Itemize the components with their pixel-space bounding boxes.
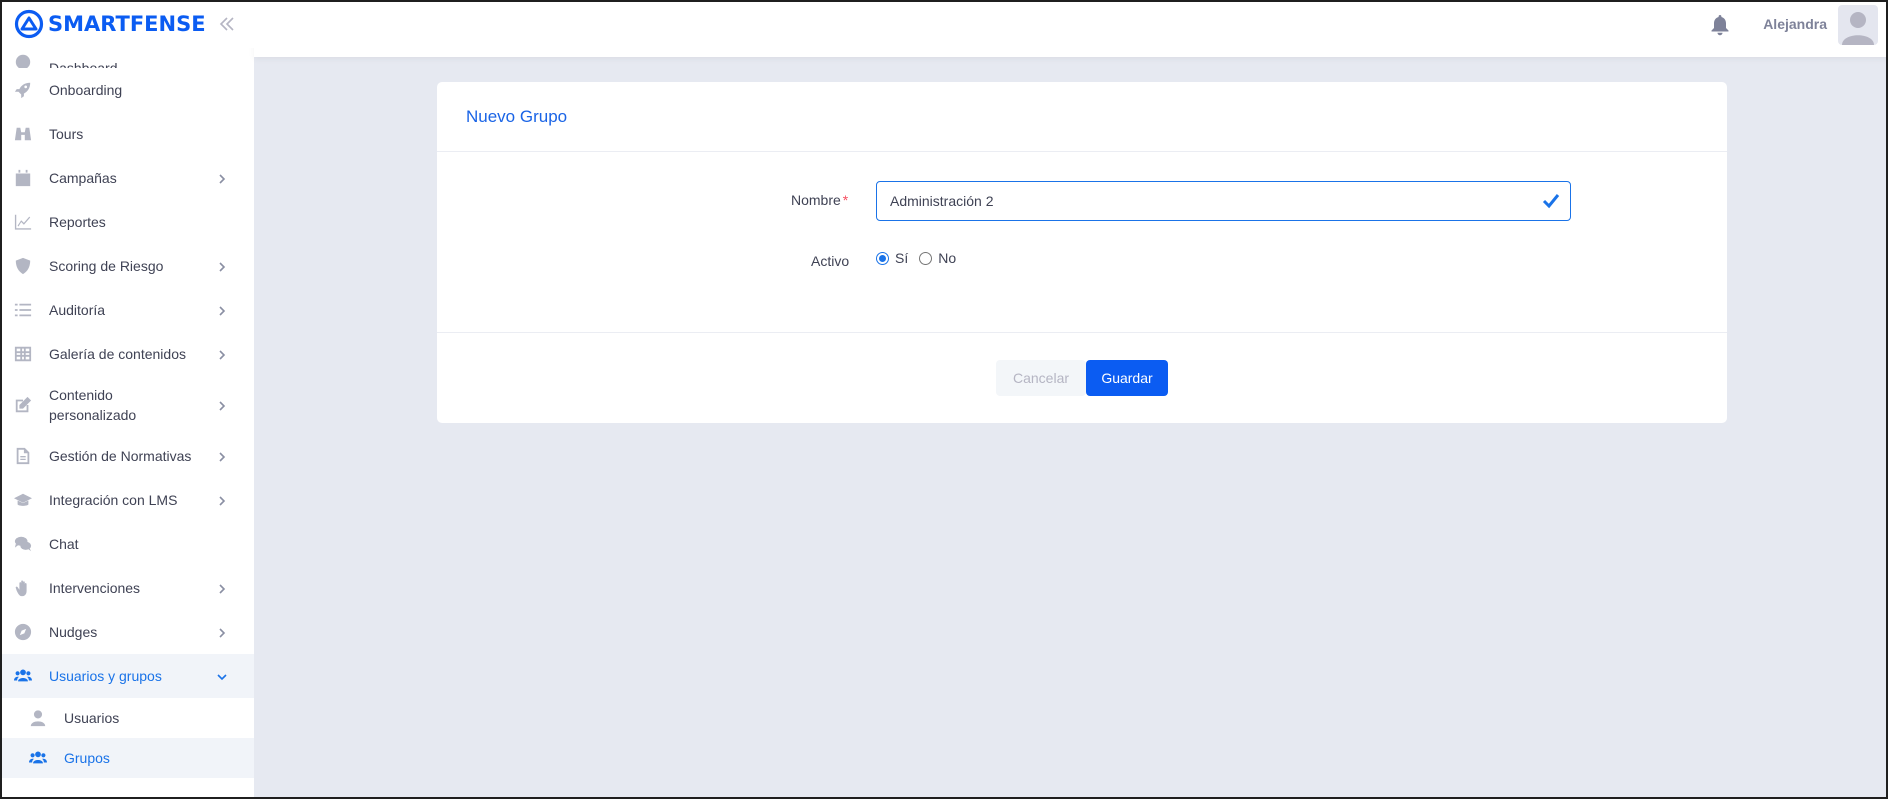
sidebar-item-galeria-de-contenidos[interactable]: Galería de contenidos bbox=[0, 332, 254, 376]
users-icon bbox=[28, 748, 48, 768]
smartfense-logo-icon bbox=[14, 9, 44, 39]
sidebar-subitem-grupos[interactable]: Grupos bbox=[0, 738, 254, 778]
sidebar-item-chat[interactable]: Chat bbox=[0, 522, 254, 566]
page-title: Nuevo Grupo bbox=[466, 106, 568, 126]
sidebar-item-integracion-con-lms[interactable]: Integración con LMS bbox=[0, 478, 254, 522]
sidebar-item-contenido-personalizado[interactable]: Contenido personalizado bbox=[0, 376, 254, 434]
user-name[interactable]: Alejandra bbox=[1763, 16, 1827, 32]
activo-radio-si[interactable] bbox=[876, 251, 889, 265]
chevron-right-icon bbox=[216, 450, 228, 462]
sidebar-item-gestion-de-normativas[interactable]: Gestión de Normativas bbox=[0, 434, 254, 478]
sidebar-item-scoring-de-riesgo[interactable]: Scoring de Riesgo bbox=[0, 244, 254, 288]
avatar[interactable] bbox=[1838, 5, 1878, 45]
chart-line-icon bbox=[13, 212, 33, 232]
check-icon bbox=[1542, 192, 1560, 210]
collapse-sidebar-icon[interactable] bbox=[218, 15, 236, 33]
sidebar-item-label: Campañas bbox=[49, 170, 117, 186]
card-body: Nombre* Activo Sí No bbox=[437, 152, 1727, 333]
dashboard-icon bbox=[13, 52, 33, 68]
sidebar-item-label: Nudges bbox=[49, 624, 98, 640]
activo-option-si[interactable]: Sí bbox=[876, 250, 908, 266]
card-footer: Cancelar Guardar bbox=[437, 333, 1727, 422]
activo-option-label: Sí bbox=[895, 250, 909, 266]
cancel-button[interactable]: Cancelar bbox=[996, 360, 1086, 396]
sidebar-item-label: Onboarding bbox=[49, 82, 123, 98]
sidebar-item-campanas[interactable]: Campañas bbox=[0, 156, 254, 200]
sidebar-item-label: Gestión de Normativas bbox=[49, 448, 192, 464]
edit-icon bbox=[13, 395, 33, 415]
chevron-right-icon bbox=[216, 260, 228, 272]
activo-option-no[interactable]: No bbox=[919, 250, 956, 266]
chevron-right-icon bbox=[216, 399, 228, 411]
topbar: Alejandra bbox=[254, 0, 1888, 57]
sidebar-item-intervenciones[interactable]: Intervenciones bbox=[0, 566, 254, 610]
sidebar-item-label: Chat bbox=[49, 536, 79, 552]
required-mark: * bbox=[842, 192, 849, 208]
shield-icon bbox=[13, 256, 33, 276]
graduation-cap-icon bbox=[13, 490, 33, 510]
chevron-right-icon bbox=[216, 172, 228, 184]
bell-icon[interactable] bbox=[1710, 14, 1730, 36]
nombre-label-text: Nombre bbox=[791, 192, 841, 208]
chevron-right-icon bbox=[216, 494, 228, 506]
sidebar-item-nudges[interactable]: Nudges bbox=[0, 610, 254, 654]
sidebar-subitem-label: Usuarios bbox=[64, 710, 120, 726]
sidebar-item-label: Scoring de Riesgo bbox=[49, 258, 164, 274]
chevron-right-icon bbox=[216, 626, 228, 638]
chevron-right-icon bbox=[216, 348, 228, 360]
activo-radio-no[interactable] bbox=[919, 251, 933, 265]
chevron-right-icon bbox=[216, 582, 228, 594]
users-icon bbox=[13, 666, 33, 686]
sidebar-item-label: Reportes bbox=[49, 214, 106, 230]
user-icon bbox=[28, 708, 48, 728]
brand: SMARTFENSE bbox=[0, 0, 254, 48]
sidebar-item-reportes[interactable]: Reportes bbox=[0, 200, 254, 244]
sidebar-item-tours[interactable]: Tours bbox=[0, 112, 254, 156]
hand-icon bbox=[13, 578, 33, 598]
sidebar-item-label: Contenido personalizado bbox=[49, 387, 137, 423]
sidebar-item-onboarding[interactable]: Onboarding bbox=[0, 68, 254, 112]
sidebar-item-label: Integración con LMS bbox=[49, 492, 178, 508]
nombre-label: Nombre * bbox=[791, 192, 848, 208]
sidebar-item-label: Intervenciones bbox=[49, 580, 141, 596]
sidebar-item-label: Dashboard bbox=[49, 60, 118, 68]
chat-icon bbox=[13, 534, 33, 554]
document-icon bbox=[13, 446, 33, 466]
sidebar-subitem-usuarios[interactable]: Usuarios bbox=[0, 698, 254, 738]
chevron-down-icon bbox=[216, 670, 228, 682]
brand-name: SMARTFENSE bbox=[48, 12, 206, 36]
save-button[interactable]: Guardar bbox=[1086, 360, 1168, 396]
compass-icon bbox=[13, 622, 33, 642]
nombre-field-wrapper bbox=[876, 181, 1571, 221]
list-icon bbox=[13, 300, 33, 320]
sidebar-item-usuarios-y-grupos[interactable]: Usuarios y grupos bbox=[0, 654, 254, 698]
sidebar-item-auditoria[interactable]: Auditoría bbox=[0, 288, 254, 332]
calendar-icon bbox=[13, 168, 33, 188]
new-group-card: Nuevo Grupo Nombre* Activo Sí No Cancela… bbox=[437, 82, 1727, 423]
grid-icon bbox=[13, 344, 33, 364]
sidebar-menu: Dashboard Onboarding Tours Campañas Repo… bbox=[0, 44, 254, 778]
activo-option-label: No bbox=[938, 250, 957, 266]
nombre-input[interactable] bbox=[877, 182, 1517, 220]
activo-label: Activo bbox=[811, 253, 850, 269]
sidebar-item-label: Galería de contenidos bbox=[49, 346, 186, 362]
sidebar-subitem-label: Grupos bbox=[64, 750, 110, 766]
activo-radio-group: Sí No bbox=[876, 250, 967, 266]
card-header: Nuevo Grupo bbox=[437, 82, 1727, 152]
binoculars-icon bbox=[13, 124, 33, 144]
sidebar-item-label: Auditoría bbox=[49, 302, 106, 318]
chevron-right-icon bbox=[216, 304, 228, 316]
sidebar-item-label: Usuarios y grupos bbox=[49, 668, 162, 684]
sidebar-item-label: Tours bbox=[49, 126, 84, 142]
sidebar: SMARTFENSE Dashboard Onboarding Tours Ca… bbox=[0, 0, 254, 799]
rocket-icon bbox=[13, 80, 33, 100]
